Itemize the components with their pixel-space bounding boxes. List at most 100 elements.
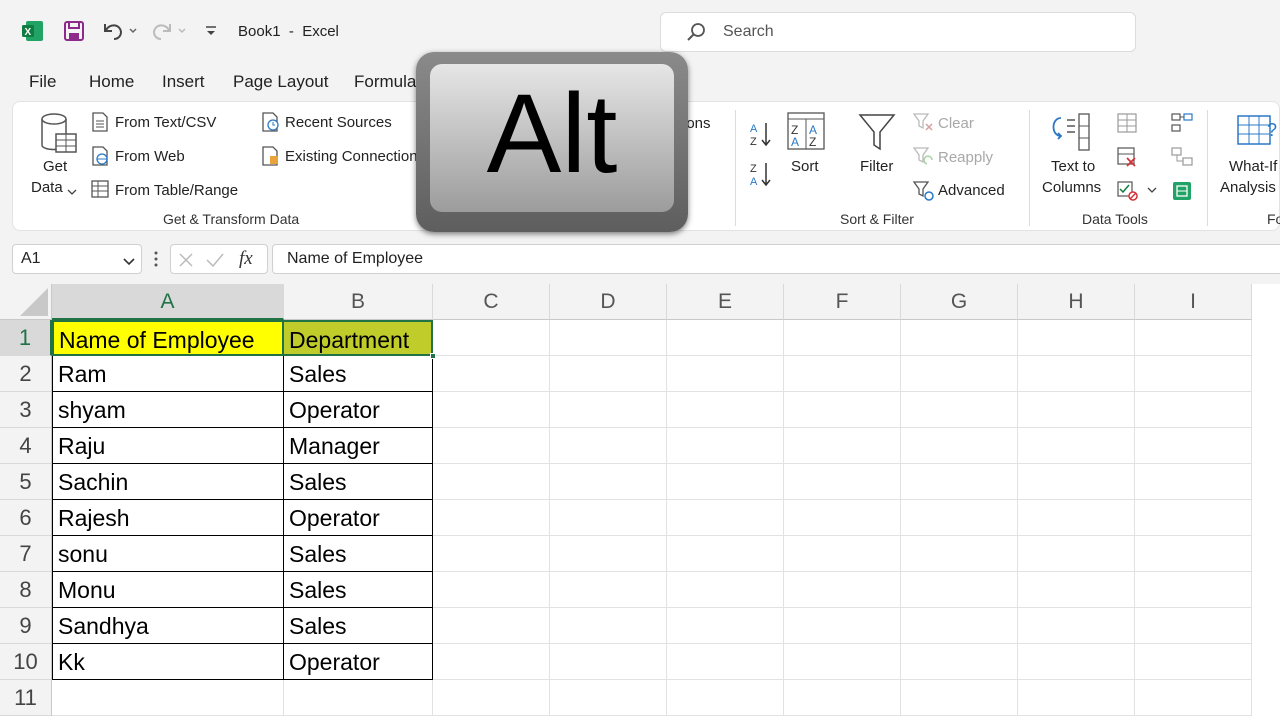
column-header-h[interactable]: H (1018, 284, 1135, 320)
insert-function-button[interactable]: fx (239, 248, 253, 270)
column-header-d[interactable]: D (550, 284, 667, 320)
table-cell[interactable] (433, 464, 550, 500)
table-cell[interactable] (1135, 392, 1252, 428)
table-cell[interactable]: Operator (284, 500, 433, 536)
table-cell[interactable]: Sachin (52, 464, 284, 500)
table-cell[interactable]: Manager (284, 428, 433, 464)
table-cell[interactable] (550, 572, 667, 608)
column-header-b[interactable]: B (284, 284, 433, 320)
column-header-a[interactable]: A (52, 284, 284, 320)
table-cell[interactable] (784, 644, 901, 680)
relationships-icon[interactable] (1171, 146, 1193, 168)
table-cell[interactable]: Sales (284, 608, 433, 644)
table-cell[interactable] (667, 320, 784, 356)
table-cell[interactable] (901, 464, 1018, 500)
filter-icon[interactable] (858, 112, 896, 152)
table-cell[interactable] (901, 356, 1018, 392)
header-cell[interactable]: Department (284, 320, 433, 356)
column-header-c[interactable]: C (433, 284, 550, 320)
tab-formulas[interactable]: Formula (354, 72, 416, 92)
table-cell[interactable] (667, 536, 784, 572)
cancel-icon[interactable] (177, 251, 195, 269)
table-cell[interactable] (1018, 644, 1135, 680)
table-cell[interactable] (1135, 536, 1252, 572)
table-cell[interactable] (1135, 608, 1252, 644)
get-data-label-1[interactable]: Get (43, 158, 67, 175)
row-header-3[interactable]: 3 (0, 392, 52, 428)
table-cell[interactable] (550, 680, 667, 716)
row-header-5[interactable]: 5 (0, 464, 52, 500)
select-all-button[interactable] (0, 284, 52, 320)
table-cell[interactable] (901, 392, 1018, 428)
table-cell[interactable] (1018, 392, 1135, 428)
table-cell[interactable] (667, 464, 784, 500)
table-cell[interactable] (433, 536, 550, 572)
advanced-filter-icon[interactable] (912, 180, 935, 202)
row-header-10[interactable]: 10 (0, 644, 52, 680)
from-text-csv-button[interactable]: From Text/CSV (115, 114, 216, 131)
from-table-range-button[interactable]: From Table/Range (115, 182, 238, 199)
row-header-4[interactable]: 4 (0, 428, 52, 464)
table-cell[interactable] (901, 572, 1018, 608)
table-cell[interactable]: Operator (284, 392, 433, 428)
table-cell[interactable] (550, 428, 667, 464)
customize-toolbar-icon[interactable] (204, 24, 218, 38)
table-cell[interactable] (901, 428, 1018, 464)
row-header-9[interactable]: 9 (0, 608, 52, 644)
sort-a-z-icon[interactable]: AZ (749, 120, 775, 148)
table-cell[interactable] (1018, 608, 1135, 644)
table-cell[interactable] (1135, 428, 1252, 464)
table-cell[interactable] (1135, 464, 1252, 500)
table-cell[interactable] (550, 392, 667, 428)
column-header-e[interactable]: E (667, 284, 784, 320)
what-if-label-1[interactable]: What-If (1229, 158, 1277, 175)
table-cell[interactable] (784, 320, 901, 356)
table-cell[interactable] (784, 428, 901, 464)
table-cell[interactable] (1018, 572, 1135, 608)
table-cell[interactable]: Sales (284, 572, 433, 608)
row-header-1[interactable]: 1 (0, 320, 52, 356)
text-to-columns-icon[interactable] (1049, 112, 1093, 152)
table-cell[interactable] (433, 608, 550, 644)
table-cell[interactable] (550, 536, 667, 572)
table-cell[interactable] (550, 608, 667, 644)
column-header-i[interactable]: I (1135, 284, 1252, 320)
table-cell[interactable] (1135, 644, 1252, 680)
table-cell[interactable] (1018, 500, 1135, 536)
table-cell[interactable]: Sales (284, 536, 433, 572)
table-cell[interactable] (667, 428, 784, 464)
existing-connections-button[interactable]: Existing Connection (285, 148, 418, 165)
table-cell[interactable] (784, 572, 901, 608)
row-header-6[interactable]: 6 (0, 500, 52, 536)
text-to-columns-button[interactable]: Columns (1042, 179, 1101, 196)
table-cell[interactable] (550, 464, 667, 500)
table-cell[interactable] (784, 464, 901, 500)
table-cell[interactable]: Sales (284, 464, 433, 500)
table-cell[interactable] (901, 500, 1018, 536)
filter-button[interactable]: Filter (860, 158, 893, 175)
table-cell[interactable] (901, 536, 1018, 572)
table-cell[interactable]: Operator (284, 644, 433, 680)
table-cell[interactable] (667, 500, 784, 536)
table-cell[interactable] (1135, 320, 1252, 356)
table-cell[interactable] (550, 320, 667, 356)
table-cell[interactable] (784, 500, 901, 536)
consolidate-icon[interactable] (1171, 112, 1193, 134)
table-cell[interactable] (550, 356, 667, 392)
table-cell[interactable]: Ram (52, 356, 284, 392)
table-cell[interactable] (667, 644, 784, 680)
table-cell[interactable] (1018, 356, 1135, 392)
table-cell[interactable] (784, 680, 901, 716)
table-cell[interactable]: Raju (52, 428, 284, 464)
row-header-2[interactable]: 2 (0, 356, 52, 392)
table-cell[interactable]: Kk (52, 644, 284, 680)
table-cell[interactable] (1135, 680, 1252, 716)
tab-file[interactable]: File (29, 72, 56, 92)
table-cell[interactable]: Sandhya (52, 608, 284, 644)
table-cell[interactable] (784, 392, 901, 428)
what-if-analysis-button[interactable]: Analysis (1220, 179, 1276, 196)
table-cell[interactable] (433, 572, 550, 608)
table-cell[interactable] (550, 500, 667, 536)
data-validation-icon[interactable] (1116, 180, 1158, 202)
enter-icon[interactable] (205, 251, 225, 269)
